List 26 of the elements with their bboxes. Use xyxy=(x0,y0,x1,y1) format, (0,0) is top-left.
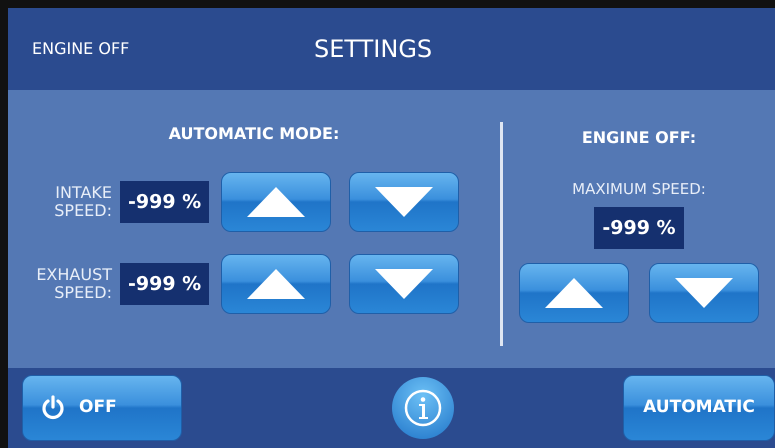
field-label: MAXIMUM SPEED: xyxy=(572,179,706,200)
power-icon xyxy=(41,395,65,421)
increase-button[interactable] xyxy=(519,263,629,323)
value-display: -999 % xyxy=(120,262,210,306)
screen-title: SETTINGS xyxy=(314,34,432,65)
down-arrow-icon xyxy=(373,185,436,219)
increase-button[interactable] xyxy=(221,172,332,232)
off-button[interactable]: OFF xyxy=(22,375,182,441)
field-label: EXHAUST SPEED: xyxy=(35,266,113,302)
decrease-button[interactable] xyxy=(649,263,759,323)
down-arrow-icon xyxy=(673,276,735,310)
section-title: AUTOMATIC MODE: xyxy=(168,123,340,145)
up-arrow-icon xyxy=(543,276,605,310)
engine-status: ENGINE OFF xyxy=(32,38,130,60)
decrease-button[interactable] xyxy=(349,254,460,314)
down-arrow-icon xyxy=(373,267,436,301)
increase-button[interactable] xyxy=(221,254,332,314)
value-display: -999 % xyxy=(120,180,210,224)
automatic-button[interactable]: AUTOMATIC xyxy=(623,375,775,441)
up-arrow-icon xyxy=(245,267,308,301)
info-icon xyxy=(402,388,442,428)
decrease-button[interactable] xyxy=(349,172,460,232)
field-label: INTAKE SPEED: xyxy=(53,184,113,220)
value-display: -999 % xyxy=(594,206,684,249)
section-title: ENGINE OFF: xyxy=(582,127,696,149)
up-arrow-icon xyxy=(245,185,308,219)
